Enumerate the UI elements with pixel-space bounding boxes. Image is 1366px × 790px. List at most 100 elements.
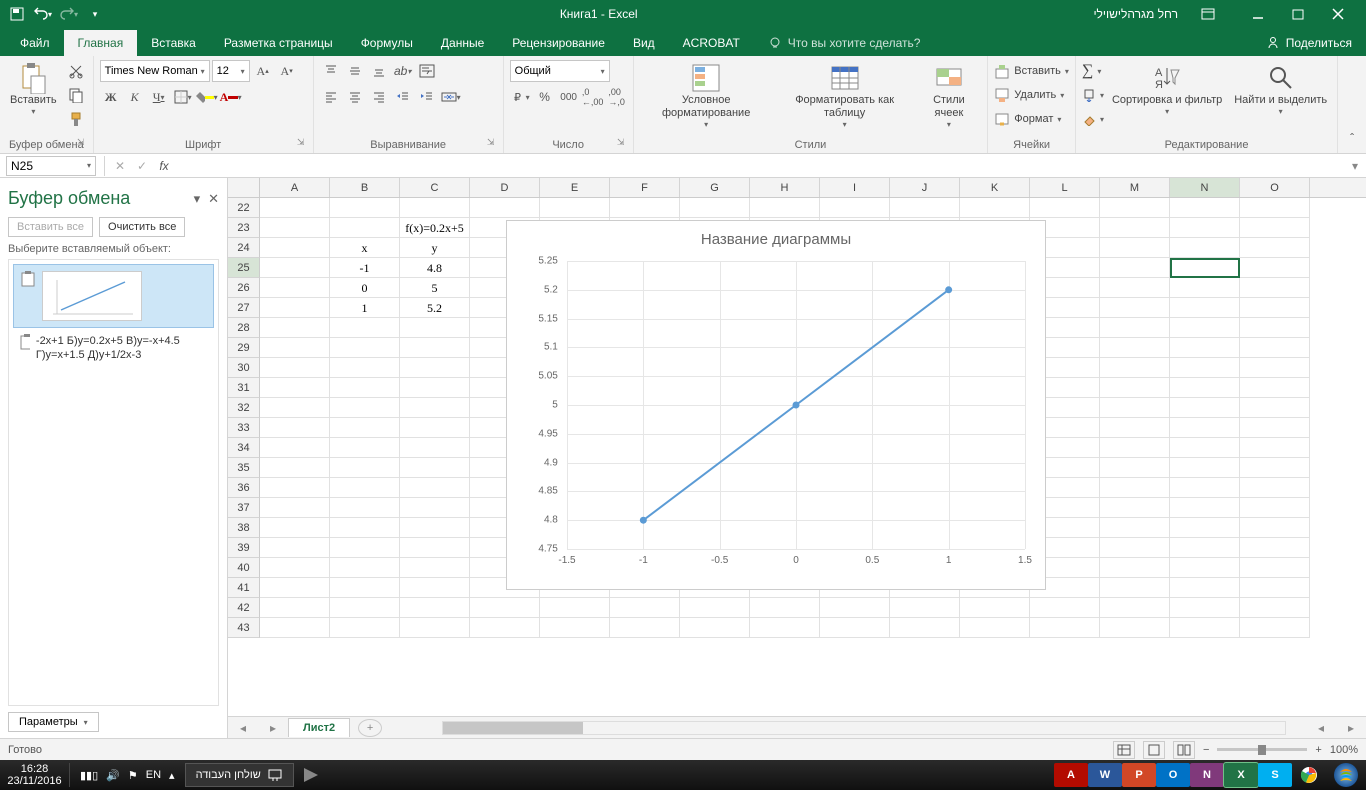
grow-font-icon[interactable]: A▴ xyxy=(252,60,274,82)
taskbar-excel-icon[interactable]: X xyxy=(1224,763,1258,787)
enter-formula-icon[interactable]: ✓ xyxy=(131,155,153,177)
cell[interactable] xyxy=(260,198,330,218)
cell[interactable] xyxy=(400,518,470,538)
cell[interactable] xyxy=(1170,438,1240,458)
cell-styles-button[interactable]: Стили ячеек▾ xyxy=(917,60,982,132)
cell[interactable] xyxy=(890,618,960,638)
cell[interactable] xyxy=(260,498,330,518)
copy-button[interactable] xyxy=(65,84,87,106)
cell[interactable] xyxy=(330,498,400,518)
number-format-combo[interactable]: Общий▾ xyxy=(510,60,610,82)
increase-decimal-icon[interactable]: ,0←,00 xyxy=(582,86,604,108)
cell[interactable] xyxy=(260,418,330,438)
cell[interactable] xyxy=(1240,358,1310,378)
horizontal-scrollbar[interactable] xyxy=(442,721,1286,735)
cell[interactable] xyxy=(1100,258,1170,278)
cell[interactable] xyxy=(1100,338,1170,358)
tell-me[interactable]: Что вы хотите сделать? xyxy=(754,30,935,56)
cell[interactable] xyxy=(540,618,610,638)
cell[interactable] xyxy=(960,618,1030,638)
cell[interactable] xyxy=(330,458,400,478)
cell[interactable] xyxy=(1170,378,1240,398)
save-icon[interactable] xyxy=(6,3,28,25)
cell[interactable] xyxy=(400,358,470,378)
cell[interactable] xyxy=(260,578,330,598)
taskbar-desktop-button[interactable]: שולחן העבודה xyxy=(185,763,294,787)
ribbon-options-icon[interactable] xyxy=(1188,0,1228,28)
name-box[interactable]: N25▾ xyxy=(6,156,96,176)
minimize-button[interactable] xyxy=(1238,0,1278,28)
maximize-button[interactable] xyxy=(1278,0,1318,28)
row-header[interactable]: 43 xyxy=(228,618,260,638)
delete-cells-button[interactable]: Удалить▾ xyxy=(994,84,1069,106)
cell[interactable] xyxy=(1100,238,1170,258)
find-select-button[interactable]: Найти и выделить▾ xyxy=(1230,60,1331,119)
cell[interactable] xyxy=(1170,498,1240,518)
align-right-icon[interactable] xyxy=(368,86,390,108)
cell[interactable] xyxy=(330,538,400,558)
normal-view-icon[interactable] xyxy=(1113,741,1135,759)
row-header[interactable]: 22 xyxy=(228,198,260,218)
merge-center-icon[interactable]: ▾ xyxy=(440,86,462,108)
cell[interactable] xyxy=(1100,618,1170,638)
cell[interactable] xyxy=(470,618,540,638)
tab-acrobat[interactable]: ACROBAT xyxy=(669,30,754,56)
cell[interactable] xyxy=(890,198,960,218)
row-header[interactable]: 36 xyxy=(228,478,260,498)
cell[interactable] xyxy=(260,318,330,338)
cell[interactable] xyxy=(1170,298,1240,318)
cell[interactable] xyxy=(1170,478,1240,498)
cell[interactable] xyxy=(1240,398,1310,418)
cell[interactable] xyxy=(1240,458,1310,478)
cell[interactable] xyxy=(400,198,470,218)
cell[interactable] xyxy=(470,198,540,218)
dialog-launcher-icon[interactable]: ⇲ xyxy=(615,137,627,149)
row-header[interactable]: 42 xyxy=(228,598,260,618)
cell[interactable] xyxy=(1100,378,1170,398)
fill-color-button[interactable]: ▾ xyxy=(196,86,218,108)
decrease-decimal-icon[interactable]: ,00→,0 xyxy=(606,86,628,108)
cell[interactable] xyxy=(1170,458,1240,478)
row-header[interactable]: 32 xyxy=(228,398,260,418)
tab-data[interactable]: Данные xyxy=(427,30,498,56)
cell[interactable] xyxy=(1100,358,1170,378)
cell[interactable] xyxy=(400,378,470,398)
wrap-text-icon[interactable] xyxy=(416,60,438,82)
cell[interactable] xyxy=(610,618,680,638)
cell[interactable] xyxy=(330,218,400,238)
cell[interactable] xyxy=(1240,618,1310,638)
row-header[interactable]: 35 xyxy=(228,458,260,478)
cell[interactable] xyxy=(400,498,470,518)
cell[interactable] xyxy=(1240,278,1310,298)
cell[interactable] xyxy=(680,598,750,618)
cell[interactable] xyxy=(400,618,470,638)
cell[interactable] xyxy=(680,198,750,218)
page-break-view-icon[interactable] xyxy=(1173,741,1195,759)
cell[interactable] xyxy=(330,338,400,358)
align-center-icon[interactable] xyxy=(344,86,366,108)
tab-review[interactable]: Рецензирование xyxy=(498,30,619,56)
tray-volume-icon[interactable]: 🔊 xyxy=(106,769,120,782)
row-header[interactable]: 28 xyxy=(228,318,260,338)
cell[interactable] xyxy=(1170,338,1240,358)
cell[interactable] xyxy=(1170,618,1240,638)
close-button[interactable] xyxy=(1318,0,1358,28)
cell[interactable] xyxy=(260,458,330,478)
bold-button[interactable]: Ж xyxy=(100,86,122,108)
column-header[interactable]: M xyxy=(1100,178,1170,197)
cell[interactable] xyxy=(1170,418,1240,438)
row-header[interactable]: 26 xyxy=(228,278,260,298)
zoom-slider[interactable] xyxy=(1217,748,1307,751)
cell[interactable]: 5 xyxy=(400,278,470,298)
cell[interactable] xyxy=(1170,538,1240,558)
cell[interactable] xyxy=(1170,558,1240,578)
row-header[interactable]: 31 xyxy=(228,378,260,398)
cell[interactable] xyxy=(260,298,330,318)
column-header[interactable]: E xyxy=(540,178,610,197)
cell[interactable] xyxy=(260,438,330,458)
cell[interactable]: 5.2 xyxy=(400,298,470,318)
taskbar-word-icon[interactable]: W xyxy=(1088,763,1122,787)
undo-icon[interactable]: ▾ xyxy=(32,3,54,25)
cell[interactable] xyxy=(400,578,470,598)
cell[interactable] xyxy=(820,618,890,638)
